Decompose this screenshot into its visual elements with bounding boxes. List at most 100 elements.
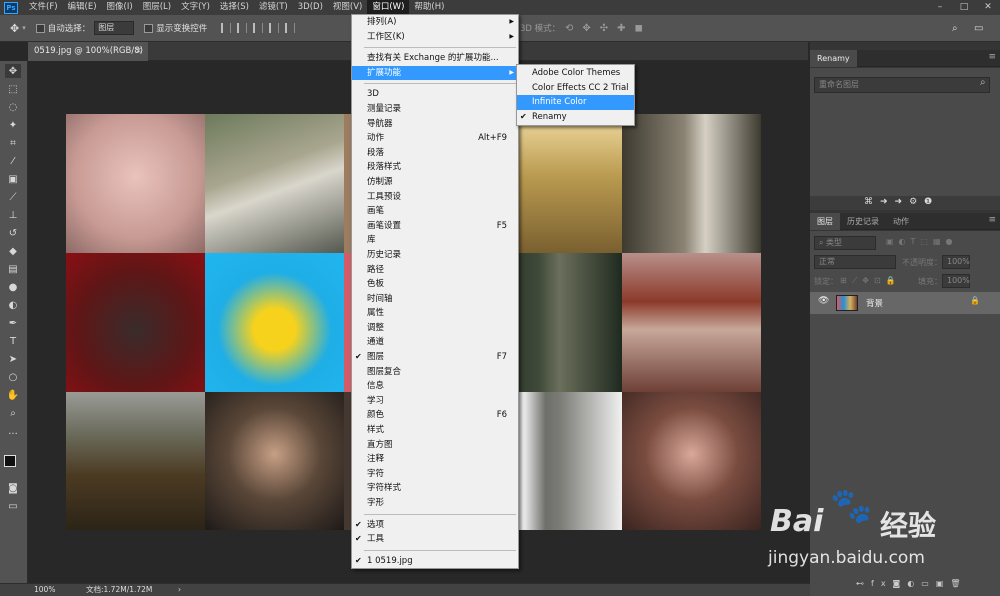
maximize-icon[interactable]: □ — [952, 0, 976, 15]
window-menu-item[interactable]: 库 — [352, 233, 518, 248]
layer-bottom-icons[interactable]: ⊷fx◙◐▭▣🗑 — [856, 579, 968, 588]
stamp-tool-icon[interactable]: ⊥ — [5, 208, 21, 222]
window-menu-item[interactable]: 历史记录 — [352, 248, 518, 263]
lock-icons[interactable]: ⊞⟋✥⊡🔒 — [840, 276, 901, 286]
window-menu-item[interactable]: 注释 — [352, 452, 518, 467]
search-icon[interactable]: ⌕ — [952, 23, 958, 34]
window-menu-item[interactable]: ✔ 工具 — [352, 532, 518, 547]
rename-layer-input[interactable]: 重命名图层 — [814, 77, 990, 93]
window-menu-item[interactable]: 图层复合 — [352, 365, 518, 380]
window-menu-item[interactable]: ✔ 图层 F7 — [352, 350, 518, 365]
hand-tool-icon[interactable]: ✋ — [5, 388, 21, 402]
lasso-tool-icon[interactable]: ◌ — [5, 100, 21, 114]
move-tool-icon[interactable]: ✥ — [5, 64, 21, 78]
window-menu-item[interactable]: 调整 — [352, 321, 518, 336]
3d-mode-icons[interactable]: ⟲✥✣✚◼ — [565, 23, 652, 34]
crop-tool-icon[interactable]: ⌗ — [5, 136, 21, 150]
more-tools-icon[interactable]: ··· — [5, 427, 21, 441]
window-menu-item[interactable]: 工具预设 — [352, 190, 518, 205]
window-menu-item[interactable]: 测量记录 — [352, 102, 518, 117]
window-menu-item[interactable]: 导航器 — [352, 117, 518, 132]
layer-filter-dropdown[interactable]: ⌕ 类型 — [814, 236, 876, 250]
window-menu-item[interactable]: 色板 — [352, 277, 518, 292]
foreground-color-swatch[interactable] — [4, 455, 16, 467]
extensions-submenu-item[interactable]: Adobe Color Themes — [517, 66, 634, 81]
menu-window[interactable]: 窗口(W) — [367, 0, 410, 15]
workspace-icon[interactable]: ▭ — [974, 23, 983, 34]
window-menu-item[interactable]: 样式 — [352, 423, 518, 438]
screen-mode-icon[interactable]: ▭ — [5, 499, 21, 513]
window-menu-item[interactable]: 画笔 — [352, 204, 518, 219]
menu-edit[interactable]: 编辑(E) — [63, 0, 102, 15]
fill-input[interactable]: 100% — [942, 274, 970, 288]
window-menu-item[interactable]: 学习 — [352, 394, 518, 409]
show-transform-checkbox[interactable] — [144, 23, 154, 33]
extensions-submenu-item[interactable]: ✔ Renamy — [517, 110, 634, 125]
window-menu-item[interactable]: 字符 — [352, 467, 518, 482]
window-menu-item[interactable]: 工作区(K) ▶ — [352, 30, 518, 45]
move-tool-icon[interactable]: ✥ — [10, 22, 19, 35]
shape-tool-icon[interactable]: ○ — [5, 370, 21, 384]
window-menu-item[interactable]: 路径 — [352, 263, 518, 278]
eraser-tool-icon[interactable]: ◆ — [5, 244, 21, 258]
window-menu-item[interactable]: 动作 Alt+F9 — [352, 131, 518, 146]
panel-menu-icon[interactable]: ≡ — [988, 215, 996, 225]
minimize-icon[interactable]: – — [928, 0, 952, 15]
window-menu-item[interactable]: 段落样式 — [352, 160, 518, 175]
layer-row[interactable]: 👁 背景 🔒 — [810, 292, 1000, 314]
quick-mask-icon[interactable]: ◙ — [5, 481, 21, 495]
align-right-icon[interactable] — [253, 23, 264, 33]
window-menu-item[interactable]: 画笔设置 F5 — [352, 219, 518, 234]
window-menu-item[interactable]: ✔ 1 0519.jpg — [352, 554, 518, 569]
window-menu-item[interactable]: 字形 — [352, 496, 518, 511]
window-menu-item[interactable]: 通道 — [352, 335, 518, 350]
menu-help[interactable]: 帮助(H) — [409, 0, 449, 15]
gradient-tool-icon[interactable]: ▤ — [5, 262, 21, 276]
menu-type[interactable]: 文字(Y) — [176, 0, 215, 15]
document-tab[interactable]: 0519.jpg @ 100%(RGB/8) × — [28, 42, 148, 61]
menu-file[interactable]: 文件(F) — [24, 0, 63, 15]
window-menu-item[interactable]: 扩展功能 ▶ — [352, 65, 518, 81]
window-menu-item[interactable]: 字符样式 — [352, 481, 518, 496]
history-brush-icon[interactable]: ↺ — [5, 226, 21, 240]
pen-tool-icon[interactable]: ✒ — [5, 316, 21, 330]
align-left-icon[interactable] — [221, 23, 232, 33]
panel-menu-icon[interactable]: ≡ — [988, 52, 996, 62]
auto-select-checkbox[interactable] — [35, 23, 45, 33]
type-tool-icon[interactable]: T — [5, 334, 21, 348]
status-arrow-icon[interactable]: › — [178, 584, 181, 596]
tab-layers[interactable]: 图层 — [810, 213, 840, 230]
window-menu-item[interactable]: 直方图 — [352, 438, 518, 453]
window-menu-item[interactable]: 仿制源 — [352, 175, 518, 190]
brush-tool-icon[interactable]: ⟋ — [5, 190, 21, 204]
menu-image[interactable]: 图像(I) — [102, 0, 138, 15]
tab-actions[interactable]: 动作 — [886, 213, 916, 230]
align-middle-icon[interactable] — [285, 23, 296, 33]
close-tab-icon[interactable]: × — [135, 42, 142, 61]
menu-select[interactable]: 选择(S) — [215, 0, 254, 15]
window-menu-item[interactable]: 排列(A) ▶ — [352, 15, 518, 30]
extensions-submenu-item[interactable]: Infinite Color — [517, 95, 634, 110]
window-menu-item[interactable]: 颜色 F6 — [352, 408, 518, 423]
extensions-submenu-item[interactable]: Color Effects CC 2 Trial — [517, 81, 634, 96]
window-menu-item[interactable]: 时间轴 — [352, 292, 518, 307]
layer-name[interactable]: 背景 — [866, 297, 883, 309]
menu-3d[interactable]: 3D(D) — [293, 0, 328, 15]
window-menu-item[interactable]: 信息 — [352, 379, 518, 394]
eye-icon[interactable]: 👁 — [818, 296, 829, 306]
window-menu-item[interactable]: ✔ 选项 — [352, 518, 518, 533]
zoom-readout[interactable]: 100% — [34, 584, 55, 596]
window-menu-item[interactable]: 3D — [352, 87, 518, 102]
menu-layer[interactable]: 图层(L) — [138, 0, 176, 15]
menu-filter[interactable]: 滤镜(T) — [254, 0, 293, 15]
close-window-icon[interactable]: ✕ — [976, 0, 1000, 15]
menu-view[interactable]: 视图(V) — [328, 0, 367, 15]
marquee-tool-icon[interactable]: ⬚ — [5, 82, 21, 96]
opacity-input[interactable]: 100% — [942, 255, 970, 269]
tab-renamy[interactable]: Renamy — [810, 50, 857, 67]
tab-history[interactable]: 历史记录 — [840, 213, 886, 230]
window-menu-item[interactable]: 段落 — [352, 146, 518, 161]
window-menu-item[interactable]: 属性 — [352, 306, 518, 321]
align-center-icon[interactable] — [237, 23, 248, 33]
zoom-tool-icon[interactable]: ⌕ — [5, 406, 21, 420]
